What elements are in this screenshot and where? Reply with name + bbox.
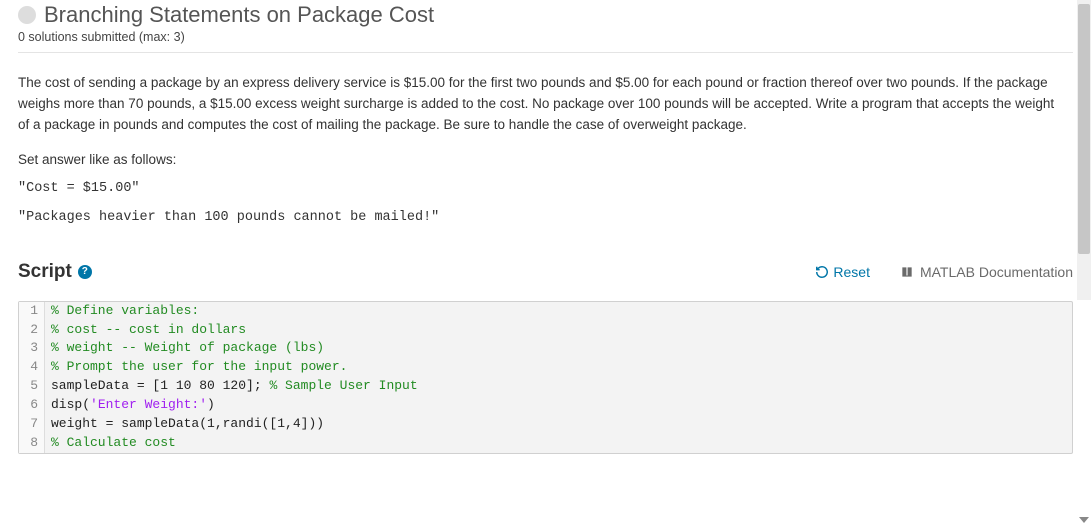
scrollbar-down-arrow-icon[interactable]: [1079, 517, 1089, 523]
doc-label: MATLAB Documentation: [920, 264, 1073, 280]
code-line[interactable]: 6disp('Enter Weight:'): [19, 396, 1072, 415]
code-content[interactable]: weight = sampleData(1,randi([1,4])): [45, 415, 324, 434]
code-content[interactable]: % cost -- cost in dollars: [45, 321, 246, 340]
code-content[interactable]: disp('Enter Weight:'): [45, 396, 215, 415]
solutions-subtitle: 0 solutions submitted (max: 3): [18, 30, 1073, 44]
code-line[interactable]: 8% Calculate cost: [19, 434, 1072, 453]
scrollbar[interactable]: [1077, 0, 1091, 300]
code-content[interactable]: % Prompt the user for the input power.: [45, 358, 347, 377]
code-line[interactable]: 2% cost -- cost in dollars: [19, 321, 1072, 340]
code-content[interactable]: sampleData = [1 10 80 120]; % Sample Use…: [45, 377, 418, 396]
code-line[interactable]: 7weight = sampleData(1,randi([1,4])): [19, 415, 1072, 434]
reset-icon: [815, 265, 829, 279]
line-number: 7: [19, 415, 45, 434]
book-icon: [900, 265, 914, 279]
scrollbar-thumb[interactable]: [1078, 4, 1090, 254]
code-editor[interactable]: 1% Define variables:2% cost -- cost in d…: [18, 301, 1073, 454]
help-icon[interactable]: ?: [78, 265, 92, 279]
set-answer-label: Set answer like as follows:: [18, 152, 1073, 167]
example-output-2: "Packages heavier than 100 pounds cannot…: [18, 210, 1073, 225]
reset-button[interactable]: Reset: [815, 264, 870, 280]
code-content[interactable]: % weight -- Weight of package (lbs): [45, 339, 324, 358]
line-number: 1: [19, 302, 45, 321]
code-line[interactable]: 5sampleData = [1 10 80 120]; % Sample Us…: [19, 377, 1072, 396]
line-number: 4: [19, 358, 45, 377]
line-number: 3: [19, 339, 45, 358]
code-content[interactable]: % Define variables:: [45, 302, 199, 321]
status-circle-icon: [18, 6, 36, 24]
line-number: 8: [19, 434, 45, 453]
example-output-1: "Cost = $15.00": [18, 181, 1073, 196]
code-line[interactable]: 4% Prompt the user for the input power.: [19, 358, 1072, 377]
problem-description: The cost of sending a package by an expr…: [18, 73, 1058, 136]
divider: [18, 52, 1073, 53]
line-number: 2: [19, 321, 45, 340]
code-line[interactable]: 3% weight -- Weight of package (lbs): [19, 339, 1072, 358]
matlab-documentation-link[interactable]: MATLAB Documentation: [900, 264, 1073, 280]
code-content[interactable]: % Calculate cost: [45, 434, 176, 453]
code-line[interactable]: 1% Define variables:: [19, 302, 1072, 321]
reset-label: Reset: [833, 264, 870, 280]
script-heading: Script: [18, 261, 72, 283]
line-number: 5: [19, 377, 45, 396]
page-title: Branching Statements on Package Cost: [44, 2, 434, 28]
line-number: 6: [19, 396, 45, 415]
